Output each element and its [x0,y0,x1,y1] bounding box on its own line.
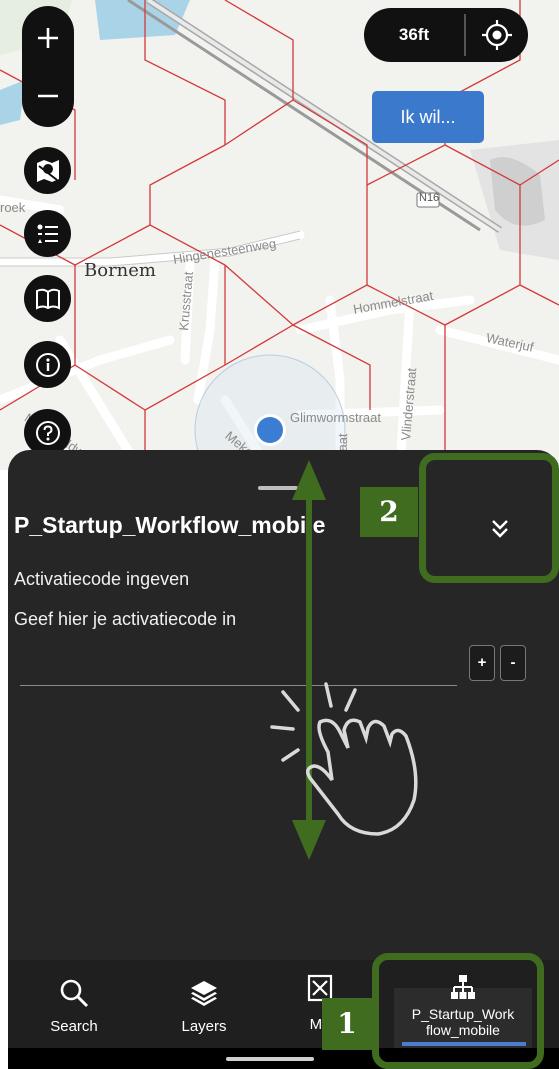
nav-search-label: Search [50,1018,98,1035]
highlight-collapse-area [419,453,559,583]
nav-layers[interactable]: Layers [164,960,244,1048]
nav-layers-label: Layers [181,1018,227,1035]
hand-pointer-icon [270,682,418,836]
nav-search[interactable]: Search [34,960,114,1048]
search-icon [60,979,89,1008]
annotation-badge-1: 1 [322,998,372,1050]
layers-icon [191,981,217,1006]
swipe-arrow [292,460,326,860]
home-gesture-bar[interactable] [226,1057,314,1061]
highlight-workflow-tab [372,953,544,1069]
annotation-badge-2: 2 [360,487,418,537]
